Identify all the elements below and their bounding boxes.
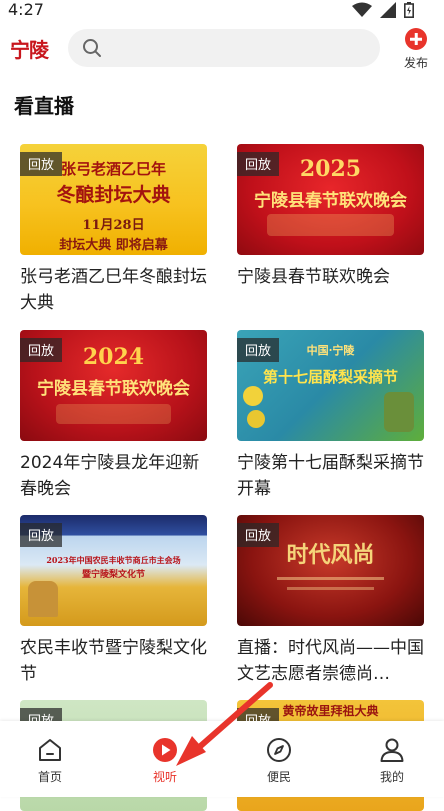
replay-badge: 回放 xyxy=(237,152,280,176)
card-title[interactable]: 宁陵县春节联欢晚会 xyxy=(237,264,424,290)
app-logo[interactable]: 宁陵 xyxy=(10,34,49,63)
nav-services[interactable]: 便民 xyxy=(244,737,314,785)
replay-badge: 回放 xyxy=(20,523,63,547)
card-title[interactable]: 直播：时代风尚——中国文艺志愿者崇德尚… xyxy=(237,635,424,687)
video-card[interactable]: 时代风尚 回放 直播：时代风尚——中国文艺志愿者崇德尚… xyxy=(237,515,424,687)
video-card[interactable]: 2024 宁陵县春节联欢晚会 回放 2024年宁陵县龙年迎新春晚会 xyxy=(20,330,207,502)
replay-badge: 回放 xyxy=(237,338,280,362)
video-thumbnail[interactable]: 中国·宁陵 第十七届酥梨采摘节 回放 xyxy=(237,330,424,441)
replay-badge: 回放 xyxy=(237,523,280,547)
stage-decor xyxy=(267,214,394,236)
card-title[interactable]: 农民丰收节暨宁陵梨文化节 xyxy=(20,635,207,687)
signal-icon xyxy=(380,2,396,18)
granary-decor xyxy=(28,581,58,617)
stage-decor xyxy=(287,587,374,590)
nav-label: 首页 xyxy=(37,770,62,784)
nav-label: 便民 xyxy=(266,770,291,784)
nav-media[interactable]: 视听 xyxy=(130,737,200,785)
art-line: 2023年中国农民丰收节商丘市主会场 xyxy=(46,555,181,565)
play-icon xyxy=(153,738,177,762)
nav-label: 视听 xyxy=(152,770,177,784)
pear-decor xyxy=(243,386,263,406)
art-line: 封坛大典 即将启幕 xyxy=(59,238,168,253)
art-line: 宁陵县春节联欢晚会 xyxy=(37,379,190,399)
video-card[interactable]: 中国·宁陵 第十七届酥梨采摘节 回放 宁陵第十七届酥梨采摘节开幕 xyxy=(237,330,424,502)
status-bar: 4:27 xyxy=(0,0,444,22)
art-line: 宁陵县春节联欢晚会 xyxy=(254,191,407,211)
status-icons xyxy=(352,2,414,18)
nav-home[interactable]: 首页 xyxy=(15,737,85,785)
card-title[interactable]: 2024年宁陵县龙年迎新春晚会 xyxy=(20,450,207,502)
video-thumbnail[interactable]: 张弓老酒乙巳年 冬酿封坛大典 11月28日 封坛大典 即将启幕 回放 xyxy=(20,144,207,255)
video-thumbnail[interactable]: 时代风尚 回放 xyxy=(237,515,424,626)
home-icon xyxy=(39,739,61,761)
section-title: 看直播 xyxy=(14,94,74,118)
video-thumbnail[interactable]: 2025 宁陵县春节联欢晚会 回放 xyxy=(237,144,424,255)
search-input[interactable] xyxy=(68,29,380,67)
publish-button[interactable]: 发布 xyxy=(398,28,434,71)
video-thumbnail[interactable]: 2024 宁陵县春节联欢晚会 回放 xyxy=(20,330,207,441)
stage-decor xyxy=(277,577,384,580)
video-card[interactable]: 2023年中国农民丰收节商丘市主会场 暨宁陵梨文化节 回放 农民丰收节暨宁陵梨文… xyxy=(20,515,207,687)
video-card[interactable]: 2025 宁陵县春节联欢晚会 回放 宁陵县春节联欢晚会 xyxy=(237,144,424,290)
user-icon xyxy=(380,738,404,762)
stage-decor xyxy=(56,404,171,424)
compass-icon xyxy=(267,738,291,762)
bottom-nav: 首页 视听 便民 我的 xyxy=(0,721,444,797)
search-icon xyxy=(83,39,101,57)
card-title[interactable]: 张弓老酒乙巳年冬酿封坛大典 xyxy=(20,264,207,316)
art-line: 冬酿封坛大典 xyxy=(56,184,171,206)
nav-label: 我的 xyxy=(379,770,404,784)
art-line: 11月28日 xyxy=(82,218,145,233)
header: 宁陵 发布 xyxy=(0,28,444,72)
video-thumbnail[interactable]: 2023年中国农民丰收节商丘市主会场 暨宁陵梨文化节 回放 xyxy=(20,515,207,626)
wifi-icon xyxy=(352,2,372,17)
plus-icon xyxy=(405,28,427,50)
video-card[interactable]: 张弓老酒乙巳年 冬酿封坛大典 11月28日 封坛大典 即将启幕 回放 张弓老酒乙… xyxy=(20,144,207,316)
publish-label: 发布 xyxy=(403,56,428,70)
battery-icon xyxy=(404,2,414,18)
art-line: 暨宁陵梨文化节 xyxy=(81,570,145,580)
person-decor xyxy=(384,392,414,432)
replay-badge: 回放 xyxy=(20,338,63,362)
replay-badge: 回放 xyxy=(20,152,63,176)
nav-profile[interactable]: 我的 xyxy=(357,737,427,785)
pear-decor xyxy=(247,410,265,428)
status-time: 4:27 xyxy=(8,0,44,19)
card-title[interactable]: 宁陵第十七届酥梨采摘节开幕 xyxy=(237,450,424,502)
art-line: 第十七届酥梨采摘节 xyxy=(262,368,398,386)
